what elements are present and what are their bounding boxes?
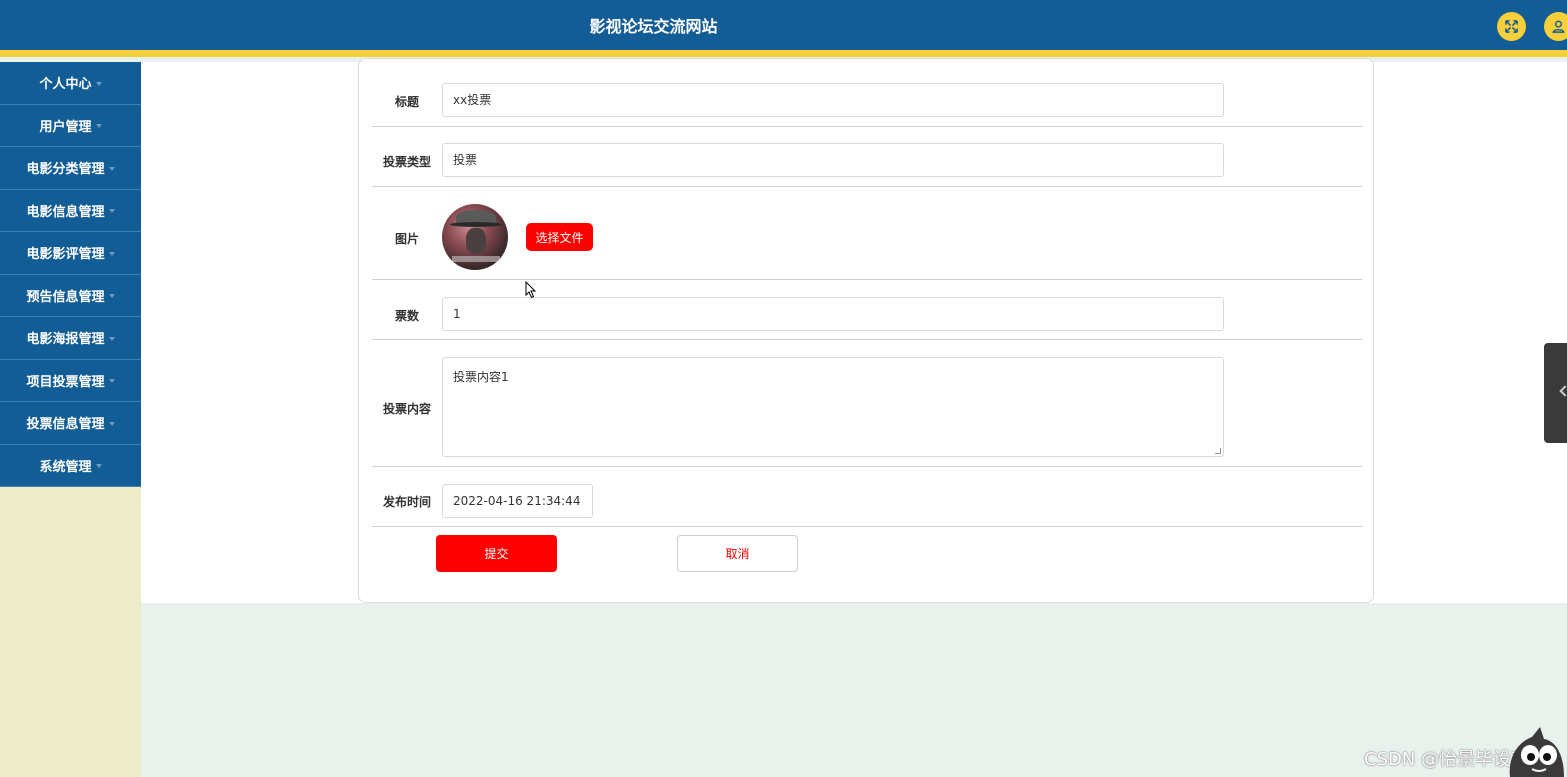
sidebar-item-system[interactable]: 系统管理 — [0, 444, 141, 487]
votes-input[interactable]: 1 — [442, 297, 1224, 331]
fullscreen-icon — [1505, 20, 1518, 33]
poster-thumbnail — [442, 204, 508, 270]
chevron-down-icon — [108, 209, 115, 214]
sidebar-item-label: 投票信息管理 — [26, 417, 105, 433]
sidebar-item-label: 系统管理 — [39, 459, 92, 475]
sidebar-item-label: 电影海报管理 — [26, 332, 105, 348]
form-row-type: 投票类型 投票 — [372, 127, 1362, 187]
top-header: 影视论坛交流网站 — [0, 0, 1567, 57]
title-input[interactable]: xx投票 — [442, 83, 1224, 117]
sidebar-item-user-management[interactable]: 用户管理 — [0, 104, 141, 147]
mascot-icon — [1509, 727, 1564, 777]
header-stripe — [0, 50, 1567, 57]
sidebar-item-trailer-info[interactable]: 预告信息管理 — [0, 274, 141, 317]
chevron-down-icon — [108, 421, 115, 426]
sidebar-item-vote-info[interactable]: 投票信息管理 — [0, 402, 141, 445]
sidebar-item-label: 项目投票管理 — [26, 374, 105, 390]
sidebar-item-label: 用户管理 — [39, 119, 92, 135]
vote-edit-form: 标题 xx投票 投票类型 投票 图片 选择文件 票数 1 投票内容 投票内容1 … — [358, 58, 1374, 603]
type-label: 投票类型 — [382, 155, 431, 169]
votes-label: 票数 — [394, 309, 419, 323]
type-input[interactable]: 投票 — [442, 143, 1224, 177]
sidebar: 个人中心 用户管理 电影分类管理 电影信息管理 电影影评管理 预告信息管理 电影… — [0, 62, 141, 777]
form-row-content: 投票内容 投票内容1 — [372, 340, 1362, 467]
sidebar-item-label: 电影信息管理 — [26, 204, 105, 220]
chevron-down-icon — [95, 124, 102, 129]
sidebar-item-personal-center[interactable]: 个人中心 — [0, 62, 141, 105]
resize-handle[interactable] — [1215, 448, 1221, 454]
sidebar-item-label: 电影影评管理 — [26, 247, 105, 263]
sidebar-item-movie-poster[interactable]: 电影海报管理 — [0, 317, 141, 360]
title-label: 标题 — [394, 95, 419, 109]
chevron-down-icon — [108, 166, 115, 171]
chevron-down-icon — [95, 81, 102, 86]
chevron-down-icon — [108, 336, 115, 341]
chevron-down-icon — [108, 294, 115, 299]
cancel-button[interactable]: 取消 — [677, 535, 798, 572]
sidebar-item-movie-category[interactable]: 电影分类管理 — [0, 147, 141, 190]
content-textarea[interactable]: 投票内容1 — [442, 357, 1224, 457]
sidebar-item-label: 电影分类管理 — [26, 162, 105, 178]
side-collapse-tab[interactable] — [1544, 343, 1567, 443]
time-label: 发布时间 — [382, 495, 431, 509]
mouse-pointer-icon — [525, 281, 537, 299]
chevron-down-icon — [108, 251, 115, 256]
chevron-down-icon — [108, 379, 115, 384]
form-row-title: 标题 xx投票 — [372, 59, 1362, 127]
chevron-down-icon — [95, 464, 102, 469]
image-label: 图片 — [394, 232, 419, 246]
site-title: 影视论坛交流网站 — [589, 17, 718, 36]
fullscreen-button[interactable] — [1497, 12, 1526, 41]
chevron-left-icon — [1559, 385, 1567, 397]
sidebar-item-label: 个人中心 — [39, 77, 92, 93]
publish-time-input[interactable]: 2022-04-16 21:34:44 — [442, 484, 593, 518]
choose-file-button[interactable]: 选择文件 — [526, 223, 593, 251]
sidebar-item-label: 预告信息管理 — [26, 289, 105, 305]
sidebar-item-project-vote[interactable]: 项目投票管理 — [0, 359, 141, 402]
form-row-time: 发布时间 2022-04-16 21:34:44 — [372, 467, 1362, 527]
content-text: 投票内容1 — [453, 370, 509, 384]
sidebar-item-movie-review[interactable]: 电影影评管理 — [0, 232, 141, 275]
submit-button[interactable]: 提交 — [436, 535, 557, 572]
user-icon — [1552, 20, 1565, 33]
form-row-votes: 票数 1 — [372, 280, 1362, 340]
user-button[interactable] — [1544, 12, 1567, 41]
content-label: 投票内容 — [382, 402, 431, 416]
sidebar-item-movie-info[interactable]: 电影信息管理 — [0, 189, 141, 232]
form-row-image: 图片 选择文件 — [372, 187, 1362, 280]
